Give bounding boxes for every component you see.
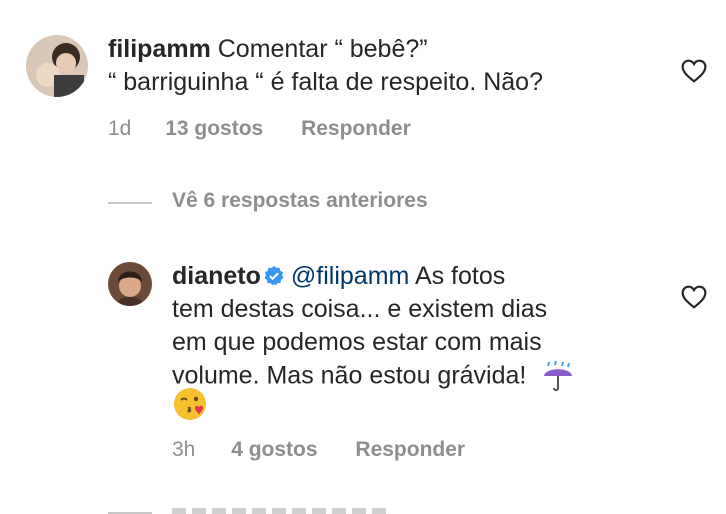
reply-text-line2: tem destas coisa... e existem dias [172, 295, 548, 323]
next-row-cutoff [172, 508, 392, 514]
reply-time: 3h [172, 438, 196, 461]
verified-badge-icon [264, 265, 284, 286]
kissing-face-emoji-wrap [172, 386, 208, 422]
reply-likes-count[interactable]: 4 gostos [231, 438, 317, 461]
next-divider-partial [108, 512, 152, 514]
heart-outline-icon [681, 285, 707, 309]
reply-like-heart-button[interactable] [681, 285, 707, 314]
mention-link[interactable]: @filipamm [291, 262, 409, 290]
heart-outline-icon [681, 59, 707, 83]
reply-reply-button[interactable]: Responder [355, 438, 465, 461]
kissing-face-emoji [174, 388, 206, 420]
reply-button[interactable]: Responder [301, 117, 411, 140]
reply-username[interactable]: dianeto [172, 262, 261, 290]
avatar-photo [26, 35, 88, 97]
comment-text-line2: “ barriguinha “ é falta de respeito. Não… [108, 68, 543, 96]
reply-text: As fotos [414, 262, 506, 290]
like-heart-button[interactable] [681, 59, 707, 88]
avatar-dianeto[interactable] [108, 262, 152, 306]
comment-body: filipamm Comentar “ bebê?” [108, 34, 668, 64]
avatar-photo [108, 262, 152, 306]
reply-text-line4-wrap: volume. Mas não estou grávida! [172, 360, 575, 394]
reply-text-line4: volume. Mas não estou grávida! [172, 361, 527, 390]
reply-body: dianeto @filipamm As fotos [172, 261, 672, 291]
replies-divider [108, 202, 152, 204]
comment-meta: 1d 13 gostos Responder [108, 117, 411, 141]
avatar-filipamm[interactable] [26, 35, 88, 97]
umbrella-rain-emoji [544, 360, 573, 392]
reply-meta: 3h 4 gostos Responder [172, 438, 465, 462]
view-previous-replies-button[interactable]: Vê 6 respostas anteriores [172, 189, 428, 213]
comment-username[interactable]: filipamm [108, 35, 211, 63]
reply-text-line3: em que podemos estar com mais [172, 328, 542, 356]
comment-text: Comentar “ bebê?” [217, 35, 428, 63]
likes-count[interactable]: 13 gostos [165, 117, 263, 140]
comment-time: 1d [108, 117, 132, 140]
